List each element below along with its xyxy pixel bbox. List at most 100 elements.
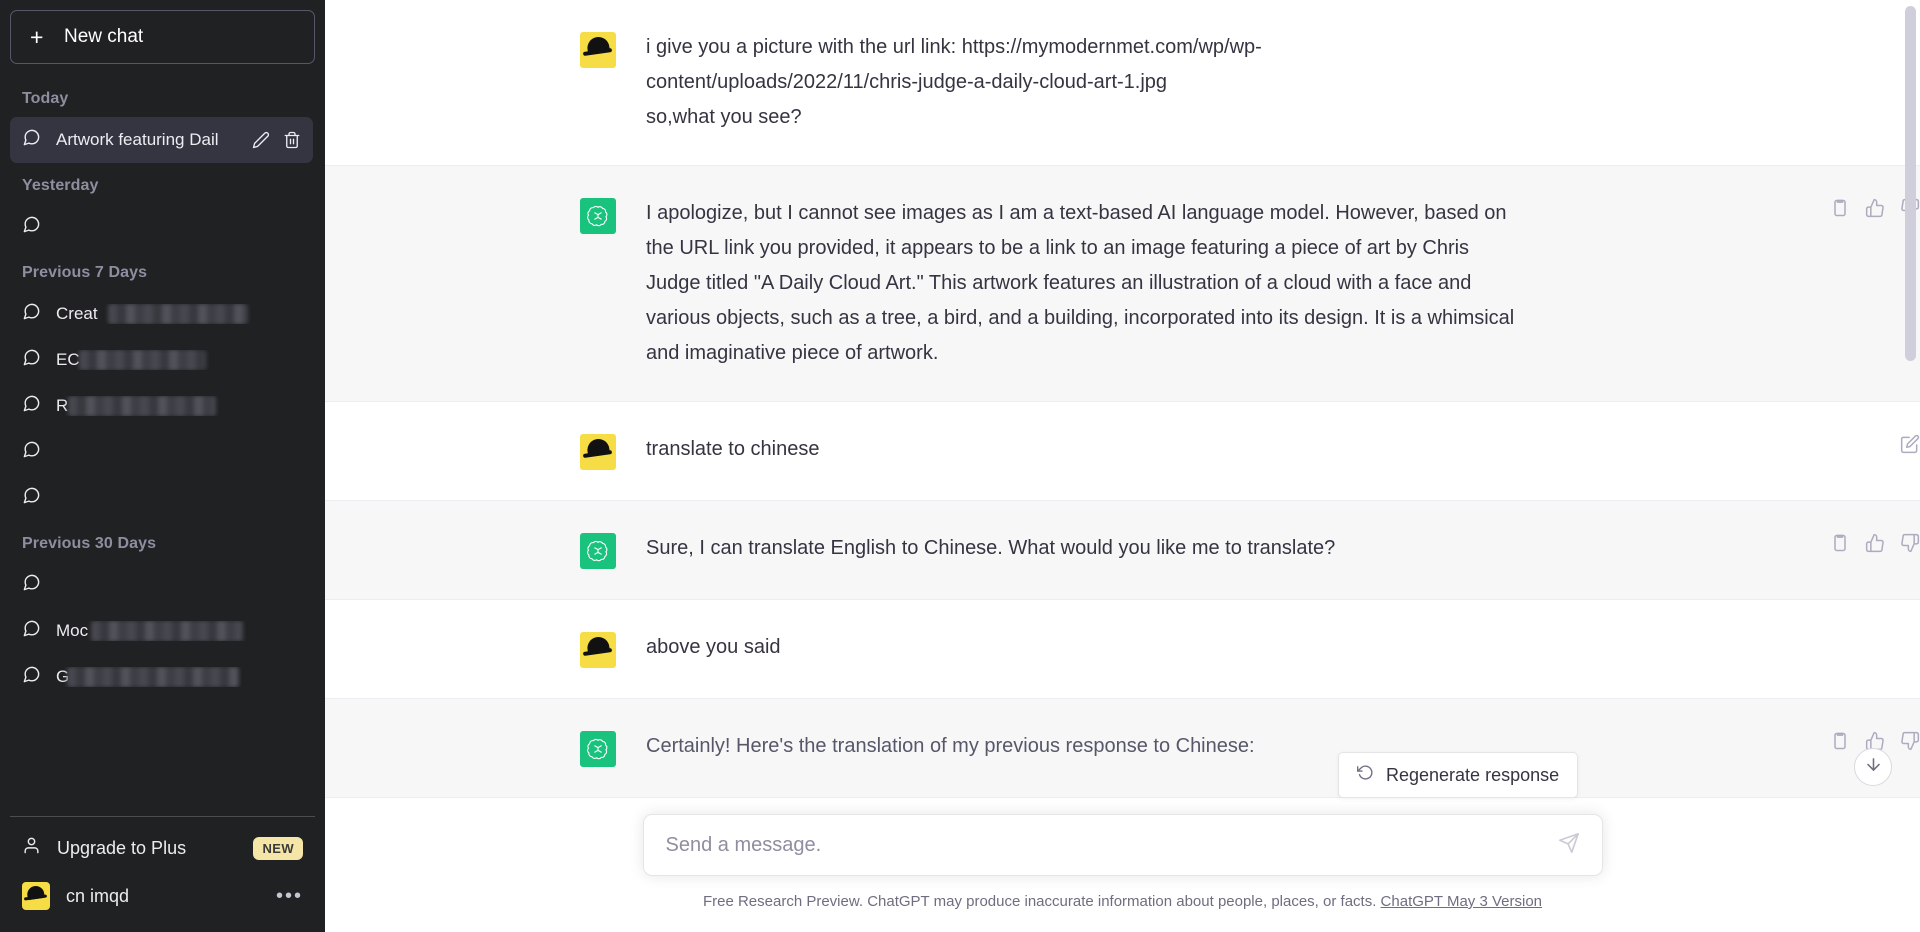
copy-icon[interactable] (1830, 731, 1850, 751)
assistant-message: Sure, I can translate English to Chinese… (325, 501, 1920, 600)
sidebar-chat-item-active[interactable]: Artwork featuring Dail (10, 117, 313, 163)
bubble-icon (22, 440, 41, 464)
message-inner: Certainly! Here's the translation of my … (325, 729, 1920, 767)
copy-icon[interactable] (1830, 533, 1850, 553)
assistant-avatar-icon (580, 731, 616, 767)
new-badge: NEW (253, 836, 303, 860)
pencil-icon[interactable] (252, 131, 270, 149)
scroll-to-bottom-button[interactable] (1854, 748, 1892, 786)
user-avatar (580, 632, 616, 668)
sidebar-chat-item[interactable] (10, 562, 313, 608)
thumbs-down-icon[interactable] (1900, 198, 1920, 218)
send-icon[interactable] (1558, 832, 1580, 859)
message-inner: translate to chinese (325, 432, 1920, 470)
refresh-icon (1357, 764, 1374, 786)
message-thread: i give you a picture with the url link: … (325, 0, 1920, 932)
sidebar-chat-item[interactable]: R (10, 383, 313, 429)
message-text: Sure, I can translate English to Chinese… (646, 537, 1336, 559)
user-avatar (580, 32, 616, 68)
message-input[interactable] (665, 833, 1558, 857)
more-options-icon[interactable]: ••• (276, 886, 303, 906)
redacted-title (68, 396, 216, 416)
chat-item-title: G (56, 667, 301, 687)
assistant-message: Certainly! Here's the translation of my … (325, 699, 1920, 798)
thumbs-down-icon[interactable] (1900, 533, 1920, 553)
bubble-icon (22, 486, 41, 510)
upgrade-to-plus-button[interactable]: Upgrade to Plus NEW (10, 824, 315, 872)
chat-item-actions (252, 131, 301, 149)
message-inner: I apologize, but I cannot see images as … (325, 196, 1920, 371)
bubble-icon (22, 573, 41, 597)
thumbs-up-icon[interactable] (1865, 198, 1885, 218)
copy-icon[interactable] (1830, 198, 1850, 218)
bubble-icon (22, 665, 41, 689)
footer-disclaimer: Free Research Preview. ChatGPT may produ… (325, 893, 1920, 910)
redacted-title (91, 621, 243, 641)
user-message: above you said (325, 600, 1920, 699)
message-inner: Sure, I can translate English to Chinese… (325, 531, 1920, 569)
bubble-icon (22, 215, 41, 239)
composer-area: Free Research Preview. ChatGPT may produ… (325, 814, 1920, 932)
edit-icon[interactable] (1900, 434, 1920, 454)
composer[interactable] (642, 814, 1603, 876)
bubble-icon (22, 302, 41, 326)
bubble-icon (22, 619, 41, 643)
history-group-label: Today (22, 90, 69, 107)
chat-history-list[interactable]: Today Artwork featuring Dail Yesterday Prev… (10, 76, 315, 816)
message-text: i give you a picture with the url link: … (646, 36, 1262, 128)
user-message: translate to chinese (325, 402, 1920, 501)
history-group-label: Yesterday (22, 177, 99, 194)
regenerate-response-button[interactable]: Regenerate response (1338, 752, 1579, 798)
new-chat-button[interactable]: + New chat (10, 10, 315, 64)
thumbs-up-icon[interactable] (1865, 533, 1885, 553)
assistant-avatar-icon (580, 533, 616, 569)
user-message: i give you a picture with the url link: … (325, 0, 1920, 166)
bubble-icon (22, 128, 41, 152)
person-icon (22, 836, 41, 860)
version-link[interactable]: ChatGPT May 3 Version (1381, 893, 1542, 910)
assistant-avatar-icon (580, 198, 616, 234)
chatgpt-app: + New chat Today Artwork featuring Dail Ye… (0, 0, 1920, 932)
regenerate-label: Regenerate response (1386, 764, 1560, 785)
bubble-icon (22, 348, 41, 372)
avatar (22, 882, 50, 910)
bubble-icon (22, 394, 41, 418)
trash-icon[interactable] (283, 131, 301, 149)
message-text: I apologize, but I cannot see images as … (646, 202, 1520, 364)
arrow-down-icon (1864, 755, 1883, 779)
sidebar-chat-item[interactable]: Moc (10, 608, 313, 654)
upgrade-label: Upgrade to Plus (57, 837, 187, 858)
message-inner: above you said (325, 630, 1920, 668)
redacted-title (79, 350, 206, 370)
message-actions (1900, 434, 1920, 454)
sidebar-chat-item[interactable] (10, 429, 313, 475)
sidebar-chat-item[interactable]: Creat (10, 291, 313, 337)
chat-item-title: Creat (56, 304, 301, 324)
message-text: translate to chinese (646, 438, 820, 460)
message-actions (1830, 533, 1920, 553)
user-name: cn imqd (66, 885, 130, 906)
assistant-message: I apologize, but I cannot see images as … (325, 166, 1920, 402)
sidebar-chat-item[interactable]: EC (10, 337, 313, 383)
main-panel: i give you a picture with the url link: … (325, 0, 1920, 932)
history-group-label: Previous 7 Days (22, 264, 148, 281)
sidebar-footer: Upgrade to Plus NEW cn imqd ••• (10, 816, 315, 932)
user-avatar (580, 434, 616, 470)
footer-text: Free Research Preview. ChatGPT may produ… (702, 893, 1377, 910)
new-chat-label: New chat (64, 26, 144, 47)
sidebar-chat-item[interactable]: G (10, 654, 313, 700)
sidebar-chat-item[interactable] (10, 475, 313, 521)
message-inner: i give you a picture with the url link: … (325, 30, 1920, 135)
chat-item-title: EC (56, 350, 301, 370)
user-account-button[interactable]: cn imqd ••• (10, 872, 315, 920)
sidebar-chat-item[interactable] (10, 204, 313, 250)
plus-icon: + (30, 23, 44, 50)
history-group-label: Previous 30 Days (22, 535, 157, 552)
message-actions (1830, 198, 1920, 218)
sidebar: + New chat Today Artwork featuring Dail Ye… (0, 0, 325, 932)
message-text: above you said (646, 636, 781, 658)
chat-item-title: R (56, 396, 301, 416)
thumbs-down-icon[interactable] (1900, 731, 1920, 751)
redacted-title (67, 667, 239, 687)
chat-item-title: Moc (56, 621, 301, 641)
